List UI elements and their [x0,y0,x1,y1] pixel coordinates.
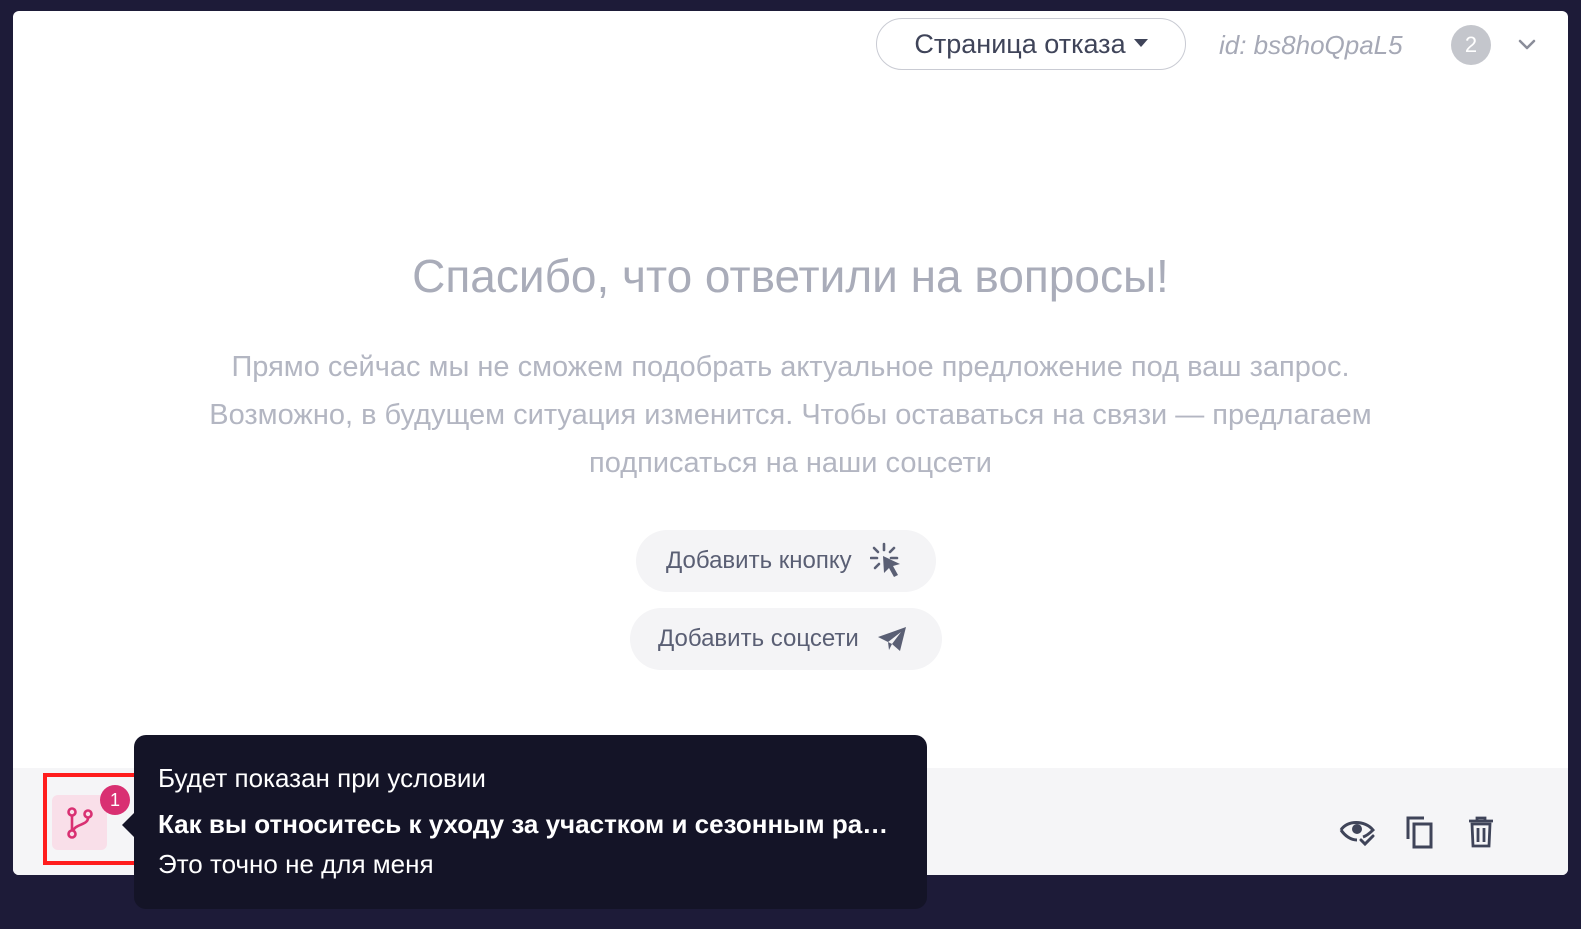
description-line: Возможно, в будущем ситуация изменится. … [209,399,1372,431]
eye-check-icon [1339,821,1375,847]
cursor-click-icon [869,542,904,580]
page-title: Спасибо, что ответили на вопросы! [412,250,1169,302]
caret-down-icon [1133,39,1148,47]
description-line: Прямо сейчас мы не сможем подобрать акту… [231,351,1350,383]
description-line: подписаться на наши соцсети [589,447,992,479]
block-id: id: bs8hoQpaL5 [1219,30,1403,60]
delete-button[interactable] [1463,814,1499,850]
preview-button[interactable] [1339,814,1375,850]
copy-button[interactable] [1401,814,1437,850]
page-description: Прямо сейчас мы не сможем подобрать акту… [103,343,1478,487]
page-type-label: Страница отказа [914,28,1126,59]
tooltip-arrow [122,813,134,837]
add-button-label: Добавить кнопку [666,547,852,574]
tooltip-question: Как вы относитесь к уходу за участком и … [158,809,903,839]
tooltip-heading: Будет показан при условии [158,763,486,793]
paper-plane-icon [877,626,907,652]
trash-icon [1469,816,1493,848]
tooltip-answer: Это точно не для меня [158,849,434,879]
count-badge: 2 [1451,25,1491,65]
condition-tooltip: Будет показан при условии Как вы относит… [122,735,927,909]
page-type-dropdown[interactable]: Страница отказа [876,18,1186,70]
add-button-button[interactable]: Добавить кнопку [636,530,936,592]
copy-icon [1406,816,1433,849]
chevron-down-icon[interactable] [1515,32,1539,56]
block-header: Страница отказа id: bs8hoQpaL5 2 [13,18,1568,72]
add-social-button[interactable]: Добавить соцсети [630,608,942,670]
add-social-label: Добавить соцсети [658,625,859,652]
